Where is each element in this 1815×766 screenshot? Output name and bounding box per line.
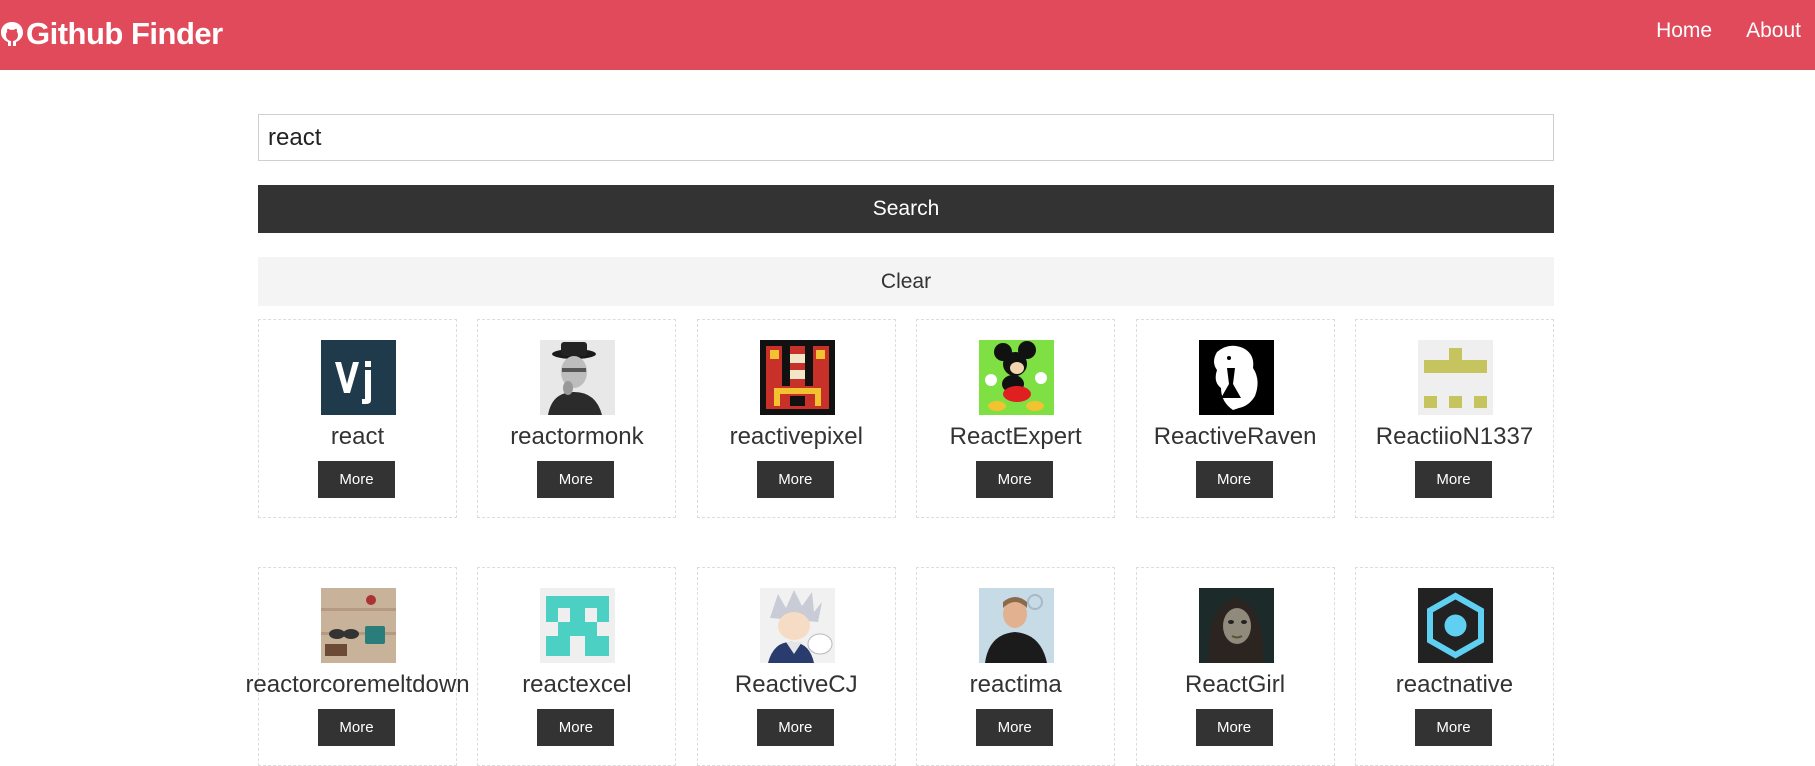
more-button[interactable]: More bbox=[318, 709, 395, 746]
clear-button[interactable]: Clear bbox=[258, 257, 1554, 306]
more-button[interactable]: More bbox=[976, 461, 1054, 498]
more-button[interactable]: More bbox=[537, 461, 615, 498]
more-button[interactable]: More bbox=[1195, 709, 1273, 746]
hexagon-logo-avatar bbox=[1417, 588, 1493, 663]
users-grid: react More reactormonk More reactivepixe… bbox=[245, 319, 1554, 766]
user-card: react More bbox=[258, 319, 457, 518]
anime-avatar bbox=[759, 588, 835, 663]
user-login: reactnative bbox=[1395, 671, 1514, 698]
more-button[interactable]: More bbox=[1414, 709, 1492, 746]
more-button[interactable]: More bbox=[537, 709, 615, 746]
more-button[interactable]: More bbox=[756, 709, 834, 746]
portrait-avatar bbox=[1198, 588, 1274, 663]
search-input[interactable] bbox=[258, 114, 1554, 161]
user-card: ReactiveRaven More bbox=[1135, 319, 1335, 518]
user-login: ReactiioN1337 bbox=[1375, 423, 1534, 450]
user-card: ReactExpert More bbox=[916, 319, 1116, 518]
mickey-avatar bbox=[979, 340, 1055, 415]
search-form: Search Clear bbox=[258, 114, 1554, 306]
identicon-avatar bbox=[1417, 340, 1493, 415]
github-icon bbox=[1, 22, 23, 46]
user-card: reactnative More bbox=[1354, 567, 1554, 766]
navbar: Github Finder Home About bbox=[0, 0, 1815, 70]
more-button[interactable]: More bbox=[1414, 461, 1492, 498]
nav-link-about[interactable]: About bbox=[1746, 19, 1801, 43]
user-card: reactexcel More bbox=[477, 567, 677, 766]
nav-links: Home About bbox=[1656, 19, 1801, 43]
search-button[interactable]: Search bbox=[258, 185, 1554, 233]
more-button[interactable]: More bbox=[756, 461, 834, 498]
desk-photo-avatar bbox=[321, 588, 396, 663]
raven-avatar bbox=[1198, 340, 1274, 415]
user-card: ReactGirl More bbox=[1135, 567, 1335, 766]
user-card: reactima More bbox=[916, 567, 1116, 766]
pixel-art-avatar bbox=[759, 340, 835, 415]
brand[interactable]: Github Finder bbox=[0, 14, 223, 54]
more-button[interactable]: More bbox=[1195, 461, 1273, 498]
brand-title: Github Finder bbox=[26, 16, 223, 51]
user-card: ReactiveCJ More bbox=[696, 567, 896, 766]
person-photo-avatar bbox=[979, 588, 1055, 663]
teal-identicon-avatar bbox=[540, 588, 616, 663]
more-button[interactable]: More bbox=[976, 709, 1054, 746]
user-card: ReactiioN1337 More bbox=[1354, 319, 1554, 518]
user-card: reactorcoremeltdown More bbox=[245, 567, 470, 766]
vj-logo-avatar bbox=[321, 340, 396, 415]
more-button[interactable]: More bbox=[318, 461, 395, 498]
user-card: reactormonk More bbox=[477, 319, 677, 518]
nav-link-home[interactable]: Home bbox=[1656, 19, 1712, 43]
user-card: reactivepixel More bbox=[696, 319, 896, 518]
person-hat-avatar bbox=[540, 340, 616, 415]
